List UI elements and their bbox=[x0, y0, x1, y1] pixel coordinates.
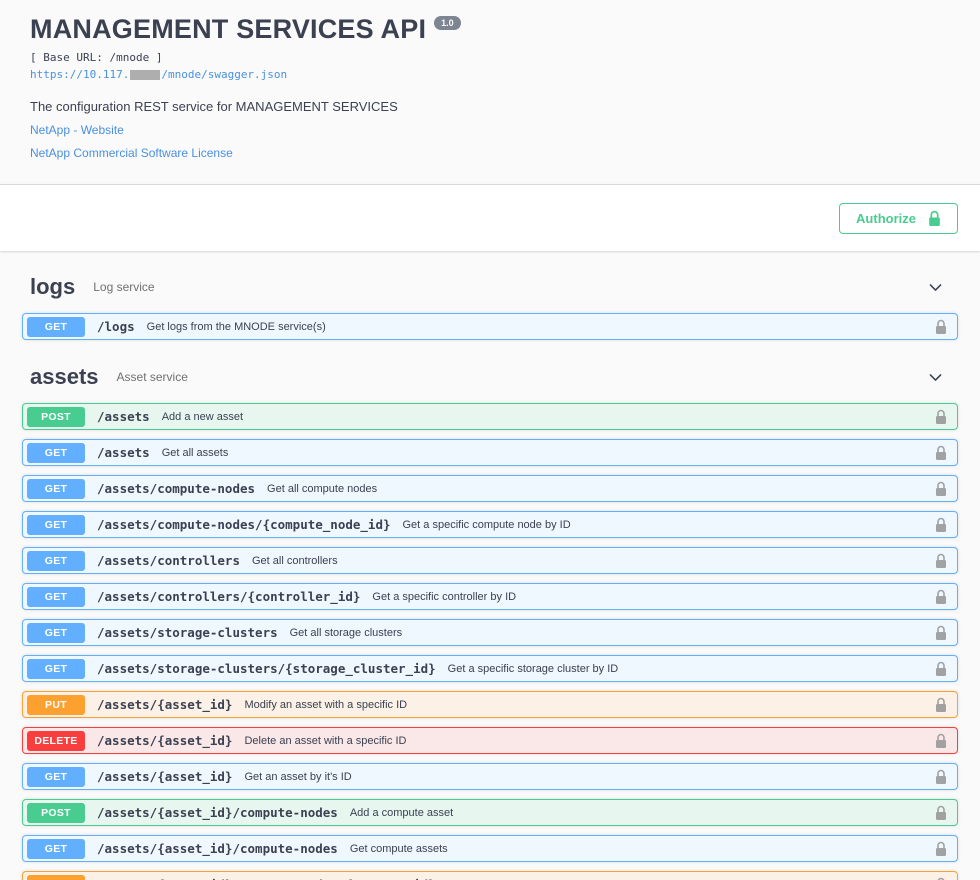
spec-link-suffix: /mnode/swagger.json bbox=[161, 68, 287, 81]
operation-summary: Get all controllers bbox=[252, 555, 338, 567]
api-info-header: MANAGEMENT SERVICES API 1.0 [ Base URL: … bbox=[0, 0, 980, 184]
lock-icon[interactable] bbox=[935, 319, 947, 335]
method-badge: GET bbox=[27, 479, 85, 499]
operation-row[interactable]: DELETE/assets/{asset_id} Delete an asset … bbox=[22, 727, 958, 754]
swagger-spec-link[interactable]: https://10.117. /mnode/swagger.json bbox=[30, 68, 287, 81]
operation-row[interactable]: GET/assets/compute-nodes Get all compute … bbox=[22, 475, 958, 502]
operation-summary: Get a specific compute node by ID bbox=[403, 519, 571, 531]
operation-path: /assets/compute-nodes/{compute_node_id} bbox=[97, 517, 391, 532]
operation-path: /assets bbox=[97, 409, 150, 424]
lock-icon[interactable] bbox=[935, 625, 947, 641]
netapp-license-link[interactable]: NetApp Commercial Software License bbox=[30, 146, 233, 160]
lock-icon[interactable] bbox=[935, 589, 947, 605]
method-badge: PUT bbox=[27, 695, 85, 715]
operation-path: /assets/{asset_id} bbox=[97, 697, 232, 712]
operation-path: /assets/compute-nodes bbox=[97, 481, 255, 496]
operation-path: /assets/{asset_id}/compute-nodes bbox=[97, 805, 338, 820]
operation-row[interactable]: GET/assets/{asset_id} Get an asset by it'… bbox=[22, 763, 958, 790]
lock-icon[interactable] bbox=[935, 445, 947, 461]
version-badge: 1.0 bbox=[434, 16, 461, 30]
operation-row[interactable]: GET/assets/compute-nodes/{compute_node_i… bbox=[22, 511, 958, 538]
operation-row[interactable]: GET/logs Get logs from the MNODE service(… bbox=[22, 313, 958, 340]
operation-path: /assets/storage-clusters/{storage_cluste… bbox=[97, 661, 436, 676]
method-badge: GET bbox=[27, 587, 85, 607]
method-badge: GET bbox=[27, 623, 85, 643]
method-badge: DELETE bbox=[27, 731, 85, 751]
spec-link-prefix: https://10.117. bbox=[30, 68, 129, 81]
method-badge: GET bbox=[27, 317, 85, 337]
base-url: [ Base URL: /mnode ] bbox=[30, 51, 950, 64]
operation-summary: Get a specific controller by ID bbox=[372, 591, 516, 603]
operation-summary: Get an asset by it's ID bbox=[244, 771, 351, 783]
method-badge: GET bbox=[27, 839, 85, 859]
lock-icon[interactable] bbox=[935, 553, 947, 569]
method-badge: PUT bbox=[27, 875, 85, 880]
netapp-website-link[interactable]: NetApp - Website bbox=[30, 123, 124, 137]
api-description: The configuration REST service for MANAG… bbox=[30, 99, 950, 114]
section-description: Log service bbox=[93, 280, 154, 294]
method-badge: GET bbox=[27, 515, 85, 535]
lock-icon[interactable] bbox=[935, 769, 947, 785]
operation-path: /assets bbox=[97, 445, 150, 460]
method-badge: GET bbox=[27, 767, 85, 787]
operation-path: /assets/{asset_id}/compute-nodes bbox=[97, 841, 338, 856]
operation-summary: Add a new asset bbox=[162, 411, 243, 423]
lock-icon[interactable] bbox=[935, 481, 947, 497]
operation-row[interactable]: GET/assets/storage-clusters/{storage_clu… bbox=[22, 655, 958, 682]
operations-container: logs Log service GET/logs Get logs from the… bbox=[0, 251, 980, 880]
operation-path: /assets/storage-clusters bbox=[97, 625, 278, 640]
lock-icon[interactable] bbox=[935, 409, 947, 425]
lock-icon[interactable] bbox=[935, 841, 947, 857]
lock-icon[interactable] bbox=[935, 661, 947, 677]
chevron-down-icon[interactable] bbox=[927, 279, 944, 296]
operation-row[interactable]: PUT/assets/{asset_id} Modify an asset wit… bbox=[22, 691, 958, 718]
authorize-label: Authorize bbox=[856, 212, 916, 225]
method-badge: GET bbox=[27, 443, 85, 463]
operation-summary: Get all storage clusters bbox=[290, 627, 403, 639]
operation-summary: Get all compute nodes bbox=[267, 483, 377, 495]
lock-icon[interactable] bbox=[935, 733, 947, 749]
operation-row[interactable]: GET/assets/{asset_id}/compute-nodes Get c… bbox=[22, 835, 958, 862]
operation-path: /assets/{asset_id} bbox=[97, 733, 232, 748]
method-badge: POST bbox=[27, 407, 85, 427]
operation-summary: Get all assets bbox=[162, 447, 229, 459]
section-description: Asset service bbox=[117, 370, 188, 384]
operation-row[interactable]: GET/assets/storage-clusters Get all stora… bbox=[22, 619, 958, 646]
scheme-container: Authorize bbox=[0, 184, 980, 251]
lock-icon bbox=[928, 210, 941, 227]
operation-row[interactable]: POST/assets Add a new asset bbox=[22, 403, 958, 430]
section-header-logs[interactable]: logs Log service bbox=[22, 259, 958, 313]
operation-summary: Modify an asset with a specific ID bbox=[244, 699, 407, 711]
operation-path: /assets/controllers bbox=[97, 553, 240, 568]
lock-icon[interactable] bbox=[935, 697, 947, 713]
section-title: assets bbox=[30, 364, 99, 390]
lock-icon[interactable] bbox=[935, 877, 947, 880]
chevron-down-icon[interactable] bbox=[927, 369, 944, 386]
lock-icon[interactable] bbox=[935, 517, 947, 533]
operation-row[interactable]: GET/assets/controllers/{controller_id} Ge… bbox=[22, 583, 958, 610]
method-badge: POST bbox=[27, 803, 85, 823]
operation-row[interactable]: POST/assets/{asset_id}/compute-nodes Add … bbox=[22, 799, 958, 826]
operation-path: /logs bbox=[97, 319, 135, 334]
page-title: MANAGEMENT SERVICES API bbox=[30, 14, 426, 45]
operation-row[interactable]: GET/assets Get all assets bbox=[22, 439, 958, 466]
operation-row[interactable]: GET/assets/controllers Get all controller… bbox=[22, 547, 958, 574]
section-title: logs bbox=[30, 274, 75, 300]
operation-summary: Add a compute asset bbox=[350, 807, 453, 819]
operation-summary: Delete an asset with a specific ID bbox=[244, 735, 406, 747]
operation-row[interactable]: PUT/assets/{asset_id}/compute-nodes/{com… bbox=[22, 871, 958, 880]
method-badge: GET bbox=[27, 659, 85, 679]
operation-summary: Get logs from the MNODE service(s) bbox=[147, 321, 326, 333]
section-header-assets[interactable]: assets Asset service bbox=[22, 349, 958, 403]
operation-path: /assets/{asset_id} bbox=[97, 769, 232, 784]
operation-summary: Get compute assets bbox=[350, 843, 448, 855]
lock-icon[interactable] bbox=[935, 805, 947, 821]
operation-path: /assets/controllers/{controller_id} bbox=[97, 589, 360, 604]
method-badge: GET bbox=[27, 551, 85, 571]
operation-summary: Get a specific storage cluster by ID bbox=[448, 663, 619, 675]
redacted-segment bbox=[130, 70, 160, 80]
authorize-button[interactable]: Authorize bbox=[839, 203, 958, 234]
